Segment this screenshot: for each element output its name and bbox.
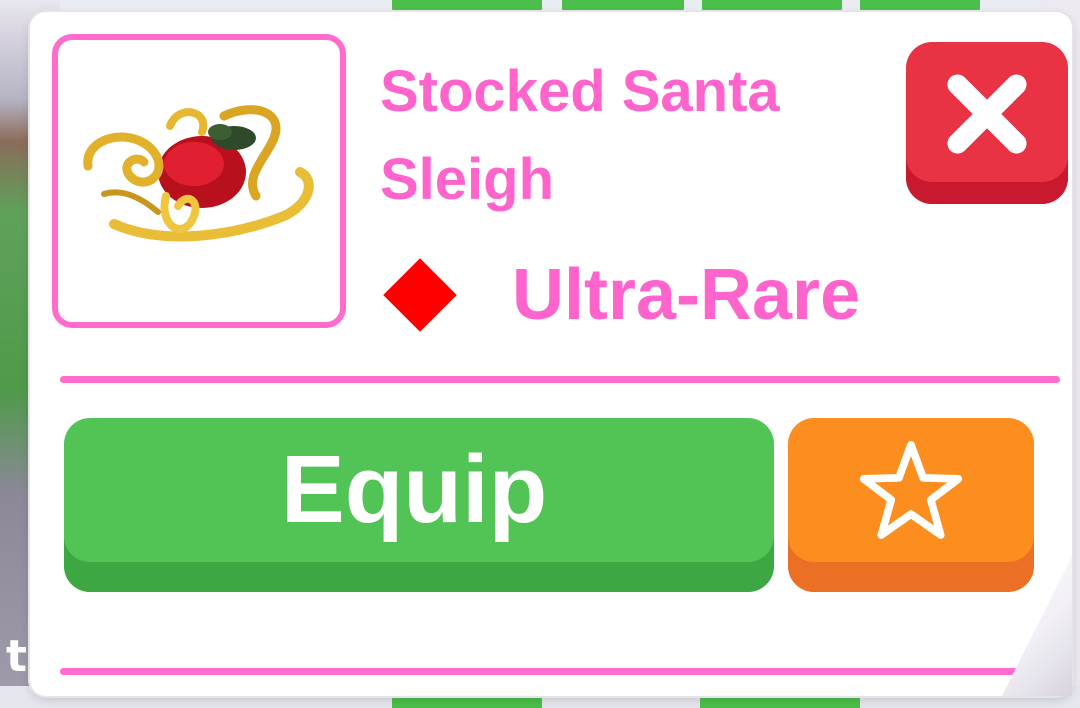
background-tile <box>700 694 860 708</box>
item-thumbnail <box>52 34 346 328</box>
sleigh-icon <box>83 105 314 242</box>
close-button[interactable] <box>906 42 1068 204</box>
background-tile <box>392 694 542 708</box>
star-outline-icon <box>859 440 963 539</box>
background-glyph: t <box>6 631 28 682</box>
equip-button[interactable]: Equip <box>64 418 774 592</box>
favorite-button[interactable] <box>788 418 1034 592</box>
close-icon <box>947 74 1027 154</box>
divider <box>60 376 1060 383</box>
rarity-row: Ultra-Rare <box>380 250 860 340</box>
item-info-popup: Stocked Santa Sleigh Ultra-Rare Equip <box>30 12 1072 696</box>
rarity-diamond-icon <box>383 258 457 332</box>
item-name: Stocked Santa Sleigh <box>380 59 780 212</box>
divider <box>60 668 1030 675</box>
equip-button-label: Equip <box>280 436 548 543</box>
rarity-label: Ultra-Rare <box>512 255 861 335</box>
